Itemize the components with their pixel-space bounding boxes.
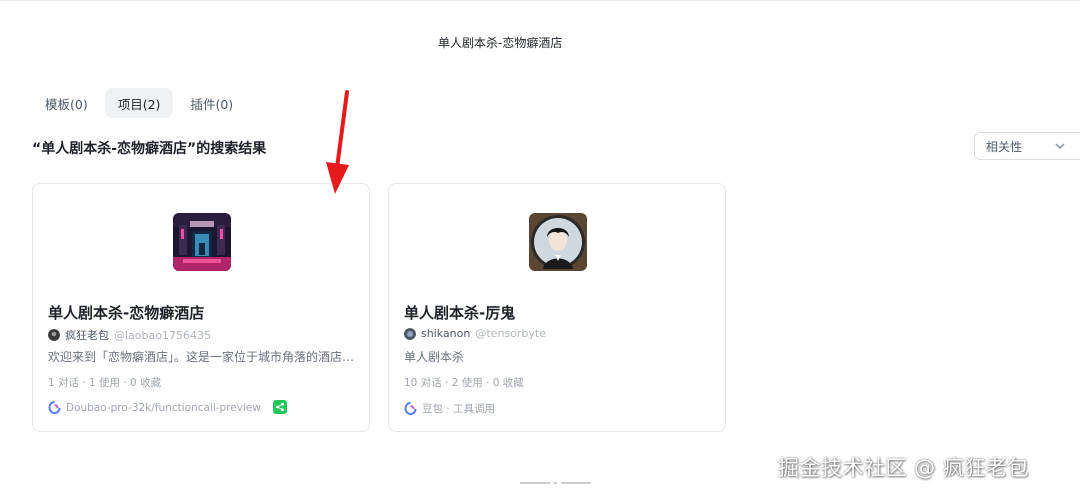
model-name: 豆包 · 工具调用 [422, 403, 496, 415]
card-title: 单人剧本杀-厉鬼 [404, 304, 516, 322]
author-avatar-icon [48, 329, 60, 341]
card-title: 单人剧本杀-恋物癖酒店 [48, 304, 205, 322]
hotel-avatar [173, 213, 231, 271]
sort-selected-label: 相关性 [986, 139, 1023, 154]
chevron-down-icon [1055, 143, 1065, 149]
doubao-logo-icon [404, 402, 417, 415]
top-divider [0, 0, 1080, 1]
watermark: 掘金技术社区 @ 疯狂老包 [778, 456, 1029, 480]
card-description: 欢迎来到「恋物癖酒店」。这是一家位于城市角落的酒店… [48, 350, 355, 364]
tab-templates[interactable]: 模板(0) [32, 88, 101, 118]
card-model: Doubao-pro-32k/functioncall-preview [48, 401, 261, 414]
card-stats: 1 对话 · 1 使用 · 0 收藏 [48, 377, 162, 389]
doubao-logo-icon [48, 401, 61, 414]
card-author: shikanon @tensorbyte [404, 327, 546, 340]
card-description: 单人剧本杀 [404, 350, 465, 364]
annotation-arrow-icon [326, 90, 349, 194]
author-handle: @tensorbyte [475, 327, 546, 340]
author-handle: @laobao1756435 [114, 328, 211, 342]
card-model: 豆包 · 工具调用 [404, 401, 495, 416]
share-icon[interactable] [273, 400, 287, 414]
author-avatar-icon [404, 327, 416, 340]
project-card-ghost[interactable]: 单人剧本杀-厉鬼 shikanon @tensorbyte 单人剧本杀 10 对… [388, 183, 726, 432]
author-name: 疯狂老包 [65, 329, 109, 342]
ghost-avatar [529, 213, 587, 271]
search-box[interactable] [420, 24, 860, 60]
tab-plugins[interactable]: 插件(0) [177, 88, 246, 118]
search-input[interactable] [420, 35, 860, 49]
author-name: shikanon [421, 327, 471, 340]
project-card-hotel[interactable]: 单人剧本杀-恋物癖酒店 疯狂老包 @laobao1756435 欢迎来到「恋物癖… [32, 183, 370, 432]
card-author: 疯狂老包 @laobao1756435 [48, 327, 211, 343]
pagination-indicator [520, 482, 591, 484]
tab-projects[interactable]: 项目(2) [104, 88, 174, 118]
result-tabs: 模板(0) 项目(2) 插件(0) [32, 88, 246, 118]
card-stats: 10 对话 · 2 使用 · 0 收藏 [404, 377, 524, 389]
model-name: Doubao-pro-32k/functioncall-preview [66, 401, 261, 414]
results-title: “单人剧本杀-恋物癖酒店”的搜索结果 [32, 141, 267, 157]
sort-dropdown[interactable]: 相关性 [974, 132, 1080, 160]
